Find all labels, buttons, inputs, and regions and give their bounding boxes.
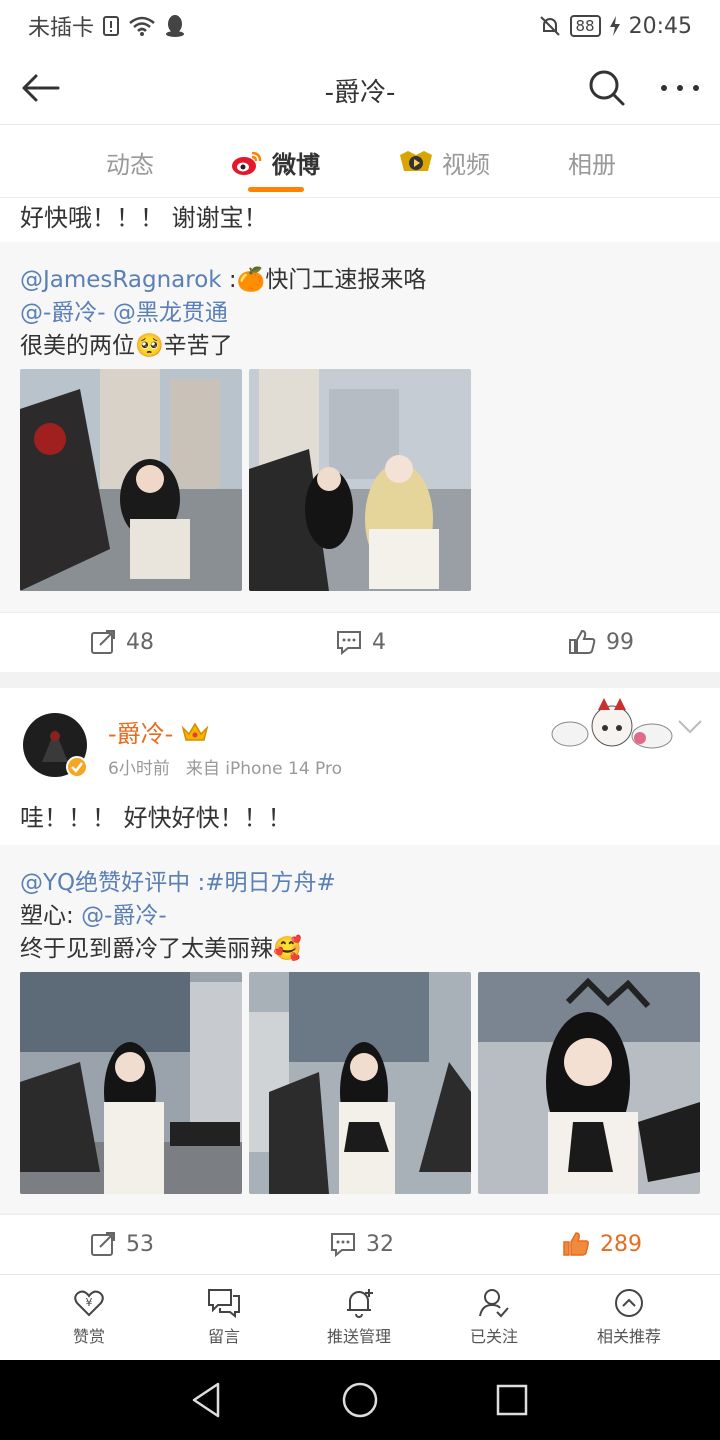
- like-button[interactable]: 99: [568, 629, 634, 655]
- tab-video[interactable]: 视频: [398, 145, 490, 180]
- post-card[interactable]: -爵冷- 6小时前 来自 iPhone 14 Pro 哇！！！ 好快好快！！！: [0, 688, 720, 845]
- top-bar: -爵冷-: [0, 52, 720, 124]
- bell-icon: [347, 1289, 373, 1318]
- retweet-block[interactable]: @YQ绝赞好评中 :#明日方舟# 塑心: @-爵冷- 终于见到爵冷了太美丽辣🥰: [0, 845, 720, 1213]
- reward-heart-icon: ¥: [74, 1290, 104, 1317]
- post-photo[interactable]: [20, 972, 242, 1194]
- tab-weibo[interactable]: 微博: [230, 145, 320, 180]
- message-icon: [208, 1289, 240, 1319]
- card-decoration: [548, 696, 676, 752]
- comment-button[interactable]: 4: [336, 629, 386, 655]
- tab-album[interactable]: 相册: [568, 145, 616, 180]
- nav-recents-icon[interactable]: [490, 1378, 534, 1422]
- retweet-author-link[interactable]: @JamesRagnarok: [20, 267, 222, 293]
- repost-button[interactable]: 53: [90, 1231, 154, 1257]
- crown-badge-icon: [181, 722, 209, 741]
- nav-home-icon[interactable]: [338, 1378, 382, 1422]
- system-nav-bar: [0, 1360, 720, 1440]
- post-photo[interactable]: [478, 972, 700, 1194]
- retweet-line-3: 很美的两位🥺辛苦了: [20, 333, 233, 359]
- post-photo[interactable]: [20, 369, 242, 591]
- tab-dongtai[interactable]: 动态: [106, 145, 154, 180]
- retweet-line-1: @JamesRagnarok :🍊快门工速报来咯: [20, 267, 427, 293]
- repost-icon: [91, 630, 115, 654]
- status-bar: 未插卡 88 20:45: [0, 0, 720, 52]
- retweet-line-2: 塑心: @-爵冷-: [20, 903, 167, 929]
- mute-bell-icon: [539, 16, 560, 36]
- reward-button[interactable]: ¥ 赞赏: [34, 1287, 144, 1347]
- post-photo[interactable]: [249, 972, 471, 1194]
- carrier-text: 未插卡: [28, 16, 95, 41]
- search-icon[interactable]: [585, 66, 629, 110]
- like-button[interactable]: 289: [562, 1231, 642, 1257]
- comment-icon: [331, 1233, 355, 1257]
- battery-level: 88: [569, 15, 601, 37]
- svg-text:¥: ¥: [86, 1296, 93, 1309]
- push-management-button[interactable]: 推送管理: [304, 1287, 414, 1347]
- comment-button[interactable]: 32: [330, 1231, 394, 1257]
- profile-bottom-bar: ¥ 赞赏 留言 推送管理 已关注 相关推荐: [0, 1274, 720, 1360]
- post-time: 6小时前: [108, 759, 170, 779]
- chevron-up-circle-icon: [615, 1289, 643, 1317]
- action-bar: 53 32 289: [0, 1214, 720, 1274]
- mention-link[interactable]: @-爵冷-: [20, 300, 106, 326]
- repost-button[interactable]: 48: [90, 629, 154, 655]
- wifi-icon: [129, 16, 155, 36]
- verified-badge-icon: [66, 756, 88, 778]
- retweet-line-3: 终于见到爵冷了太美丽辣🥰: [20, 936, 302, 962]
- post-photo[interactable]: [249, 369, 471, 591]
- more-icon[interactable]: [654, 66, 706, 110]
- weibo-logo-icon: [232, 151, 262, 175]
- heart-eyes-emoji: 🥰: [273, 936, 302, 962]
- nav-back-icon[interactable]: [186, 1378, 230, 1422]
- hashtag-link[interactable]: #明日方舟#: [205, 870, 336, 896]
- author-name[interactable]: -爵冷-: [108, 714, 173, 749]
- action-bar: 48 4 99: [0, 612, 720, 672]
- followed-user-icon: [479, 1289, 509, 1318]
- avatar[interactable]: [22, 712, 88, 778]
- post-text: 好快哦！！！ 谢谢宝！: [20, 204, 268, 232]
- qq-icon: [166, 15, 185, 37]
- clock: 20:45: [628, 13, 692, 39]
- post-card[interactable]: 好快哦！！！ 谢谢宝！: [0, 198, 720, 242]
- repost-icon: [91, 1232, 115, 1256]
- followed-button[interactable]: 已关注: [439, 1287, 549, 1347]
- author-row: -爵冷-: [108, 714, 209, 749]
- comment-icon: [337, 631, 361, 655]
- thumbs-up-icon: [569, 629, 596, 654]
- thumbs-up-filled-icon: [563, 1232, 589, 1256]
- retweet-block[interactable]: @JamesRagnarok :🍊快门工速报来咯 @-爵冷- @黑龙贯通 很美的…: [0, 242, 720, 612]
- mention-link[interactable]: @黑龙贯通: [113, 300, 228, 326]
- chevron-down-icon[interactable]: [676, 718, 704, 736]
- tangerine-emoji: 🍊: [236, 267, 266, 293]
- retweet-author-link[interactable]: @YQ绝赞好评中: [20, 870, 190, 896]
- charging-icon: [609, 16, 620, 36]
- related-recommend-button[interactable]: 相关推荐: [574, 1287, 684, 1347]
- active-tab-indicator: [248, 187, 304, 192]
- retweet-line-2: @-爵冷- @黑龙贯通: [20, 293, 228, 327]
- retweet-line-1: @YQ绝赞好评中 :#明日方舟#: [20, 870, 336, 896]
- message-button[interactable]: 留言: [169, 1287, 279, 1347]
- sim-alert-icon: [103, 16, 120, 36]
- post-source: 来自 iPhone 14 Pro: [185, 759, 343, 779]
- pleading-emoji: 🥺: [135, 333, 164, 359]
- mention-link[interactable]: @-爵冷-: [81, 903, 167, 929]
- video-badge-icon: [400, 150, 432, 171]
- profile-tabs: 动态 微博 视频 相册: [0, 124, 720, 198]
- post-text: 哇！！！ 好快好快！！！: [20, 804, 292, 832]
- post-meta: 6小时前 来自 iPhone 14 Pro: [108, 754, 342, 779]
